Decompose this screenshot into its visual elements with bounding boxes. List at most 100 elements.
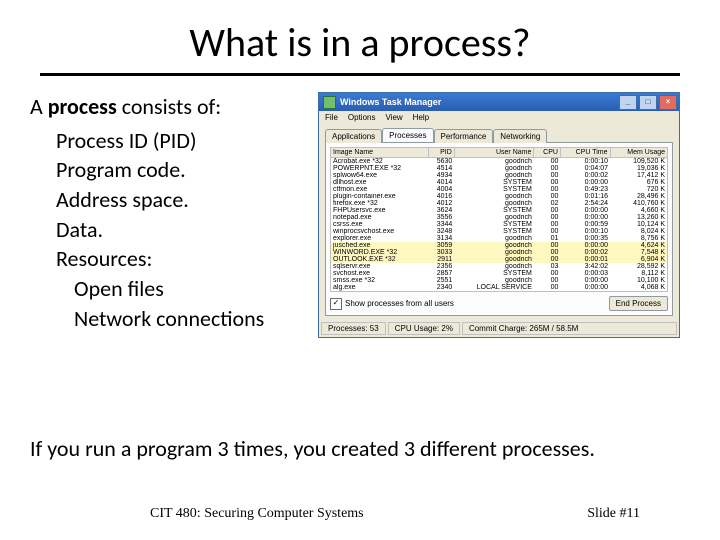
task-manager-window: Windows Task Manager _ □ × File Options Vi… [318,92,680,338]
table-cell: SYSTEM [454,179,534,186]
table-cell: 3624 [428,207,454,214]
status-processes: Processes: 53 [321,322,386,335]
table-cell: WINWORD.EXE *32 [331,249,429,256]
process-table[interactable]: Image NamePIDUser NameCPUCPU TimeMem Usa… [330,147,668,292]
table-cell: 7,548 K [610,249,667,256]
table-cell: goodrich [454,214,534,221]
end-process-button[interactable]: End Process [609,296,668,311]
bullet-item: Resources: [30,244,308,274]
table-cell: 4,068 K [610,284,667,292]
table-cell: firefox.exe *32 [331,200,429,207]
table-cell: 3344 [428,221,454,228]
table-cell: 00 [534,172,561,179]
bullet-item: Data. [30,215,308,245]
tab-panel: Image NamePIDUser NameCPUCPU TimeMem Usa… [325,142,673,316]
table-cell: 19,036 K [610,165,667,172]
minimize-button[interactable]: _ [619,95,637,110]
table-row[interactable]: csrss.exe3344SYSTEM000:00:5910,124 K [331,221,668,228]
table-row[interactable]: explorer.exe3134goodrich010:00:358,756 K [331,235,668,242]
table-row[interactable]: WINWORD.EXE *323033goodrich000:00:027,54… [331,249,668,256]
table-cell: 0:00:10 [560,158,610,166]
menu-item[interactable]: View [385,113,402,122]
table-cell: 3059 [428,242,454,249]
table-cell: 00 [534,256,561,263]
table-cell: 10,124 K [610,221,667,228]
column-header[interactable]: PID [428,148,454,158]
table-cell: 5630 [428,158,454,166]
table-cell: 0:00:10 [560,228,610,235]
lead-bold: process [48,93,117,120]
table-row[interactable]: POWERPNT.EXE *324514goodrich000:04:0719,… [331,165,668,172]
tab[interactable]: Processes [382,128,433,142]
table-cell: csrss.exe [331,221,429,228]
table-cell: FHPUsersvc.exe [331,207,429,214]
table-row[interactable]: OUTLOOK.EXE *322911goodrich000:00:016,90… [331,256,668,263]
table-cell: 0:04:07 [560,165,610,172]
table-cell: 00 [534,179,561,186]
table-cell: 8,756 K [610,235,667,242]
table-row[interactable]: firefox.exe *324012goodrich022:54:24410,… [331,200,668,207]
table-cell: 3033 [428,249,454,256]
titlebar[interactable]: Windows Task Manager _ □ × [319,93,679,111]
table-cell: 0:00:02 [560,249,610,256]
table-row[interactable]: Acrobat.exe *325630goodrich000:00:10109,… [331,158,668,166]
table-cell: 0:01:16 [560,193,610,200]
table-cell: goodrich [454,256,534,263]
close-button[interactable]: × [659,95,677,110]
column-header[interactable]: CPU Time [560,148,610,158]
tab[interactable]: Performance [434,129,494,143]
table-cell: 2340 [428,284,454,292]
column-header[interactable]: Image Name [331,148,429,158]
table-cell: goodrich [454,242,534,249]
column-header[interactable]: User Name [454,148,534,158]
table-cell: 28,592 K [610,263,667,270]
table-cell: 00 [534,158,561,166]
table-cell: plugin-container.exe [331,193,429,200]
table-cell: SYSTEM [454,186,534,193]
table-row[interactable]: alg.exe2340LOCAL SERVICE000:00:004,068 K [331,284,668,292]
table-cell: 4016 [428,193,454,200]
table-cell: explorer.exe [331,235,429,242]
table-row[interactable]: notepad.exe3556goodrich000:00:0013,260 K [331,214,668,221]
table-cell: 13,260 K [610,214,667,221]
table-row[interactable]: sqlservr.exe2356goodrich033:42:0228,592 … [331,263,668,270]
menu-item[interactable]: Options [348,113,376,122]
table-row[interactable]: smss.exe *322551goodrich000:00:0010,100 … [331,277,668,284]
table-cell: 676 K [610,179,667,186]
menu-item[interactable]: File [325,113,338,122]
table-row[interactable]: jusched.exe3059goodrich000:00:004,624 K [331,242,668,249]
table-cell: 4,624 K [610,242,667,249]
table-cell: goodrich [454,165,534,172]
table-row[interactable]: FHPUsersvc.exe3624SYSTEM000:00:004,660 K [331,207,668,214]
slide-title: What is in a process? [0,0,720,73]
table-cell: 0:00:00 [560,284,610,292]
table-row[interactable]: winprocsvchost.exe3248SYSTEM000:00:108,0… [331,228,668,235]
show-all-users-checkbox[interactable]: ✓ Show processes from all users [330,298,454,310]
tab[interactable]: Applications [325,129,382,143]
column-header[interactable]: Mem Usage [610,148,667,158]
table-cell: dllhost.exe [331,179,429,186]
table-cell: 10,100 K [610,277,667,284]
tab[interactable]: Networking [493,129,547,143]
table-row[interactable]: ctfmon.exe4004SYSTEM000:49:23720 K [331,186,668,193]
menu-item[interactable]: Help [413,113,429,122]
table-row[interactable]: plugin-container.exe4016goodrich000:01:1… [331,193,668,200]
table-cell: 8,024 K [610,228,667,235]
status-bar: Processes: 53 CPU Usage: 2% Commit Charg… [319,320,679,337]
table-cell: 4012 [428,200,454,207]
table-row[interactable]: splwow64.exe4934goodrich000:00:0217,412 … [331,172,668,179]
table-cell: 2551 [428,277,454,284]
lead-prefix: A [30,93,48,120]
table-cell: goodrich [454,158,534,166]
column-header[interactable]: CPU [534,148,561,158]
table-cell: 0:00:00 [560,242,610,249]
table-cell: SYSTEM [454,207,534,214]
table-cell: 00 [534,284,561,292]
table-row[interactable]: dllhost.exe4014SYSTEM000:00:00676 K [331,179,668,186]
table-cell: 0:00:00 [560,214,610,221]
table-cell: smss.exe *32 [331,277,429,284]
checkbox-label: Show processes from all users [345,299,454,308]
table-row[interactable]: svchost.exe2857SYSTEM000:00:038,112 K [331,270,668,277]
table-cell: SYSTEM [454,270,534,277]
maximize-button[interactable]: □ [639,95,657,110]
